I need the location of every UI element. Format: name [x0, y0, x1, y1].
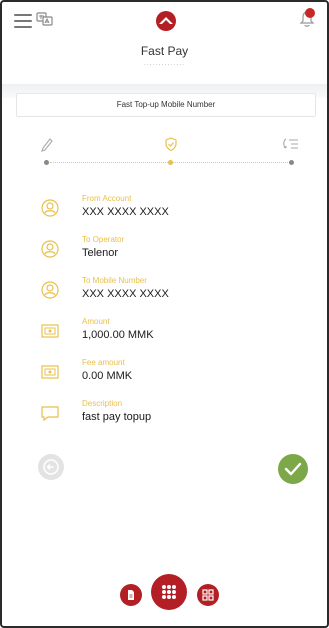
notification-badge — [305, 8, 315, 18]
fee-amount-label: Fee amount — [82, 358, 125, 367]
back-button[interactable] — [38, 454, 64, 480]
user-circle-icon — [40, 194, 60, 223]
step-dot-2 — [168, 160, 173, 165]
from-account-label: From Account — [82, 194, 132, 203]
section-header-card: Fast Top-up Mobile Number — [16, 93, 316, 117]
detail-row-to-mobile-number: To Mobile Number XXX XXXX XXXX — [40, 276, 300, 316]
user-circle-icon — [40, 235, 60, 264]
bottom-navigation — [2, 572, 327, 622]
from-account-value: XXX XXXX XXXX — [82, 206, 169, 218]
comment-icon — [40, 399, 60, 428]
edit-icon — [40, 136, 54, 157]
banknote-icon — [40, 317, 60, 346]
page-title: Fast Pay — [140, 44, 189, 58]
fee-amount-value: 0.00 MMK — [82, 370, 133, 382]
shield-check-icon — [163, 136, 179, 157]
detail-row-amount: Amount 1,000.00 MMK — [40, 317, 300, 357]
title-underline: .............. — [143, 60, 186, 67]
to-operator-label: To Operator — [82, 235, 125, 244]
qr-code-button[interactable] — [197, 584, 219, 606]
checkmark-icon — [284, 462, 302, 476]
banknote-icon — [40, 358, 60, 387]
detail-row-fee-amount: Fee amount 0.00 MMK — [40, 358, 300, 398]
section-title: Fast Top-up Mobile Number — [116, 100, 216, 109]
step-dot-3 — [289, 160, 294, 165]
document-button[interactable] — [120, 584, 142, 606]
amount-label: Amount — [82, 317, 110, 326]
list-return-icon — [282, 136, 300, 157]
user-circle-icon — [40, 276, 60, 305]
step-dot-1 — [44, 160, 49, 165]
hamburger-menu-icon[interactable] — [14, 14, 32, 28]
to-mobile-number-label: To Mobile Number — [82, 276, 147, 285]
top-bar: Fast Pay .............. — [2, 2, 327, 84]
description-value: fast pay topup — [82, 411, 152, 423]
description-label: Description — [82, 399, 123, 408]
bank-logo — [155, 10, 177, 37]
detail-row-from-account: From Account XXX XXXX XXXX — [40, 194, 300, 234]
main-menu-button[interactable] — [151, 574, 187, 610]
detail-row-to-operator: To Operator Telenor — [40, 235, 300, 275]
to-operator-value: Telenor — [82, 247, 119, 259]
notification-bell-icon[interactable] — [299, 8, 315, 33]
language-icon[interactable] — [36, 11, 54, 32]
step-indicator — [2, 132, 327, 172]
document-icon — [128, 590, 134, 600]
detail-row-description: Description fast pay topup — [40, 399, 300, 439]
amount-value: 1,000.00 MMK — [82, 329, 154, 341]
confirm-button[interactable] — [278, 454, 308, 484]
arrow-left-icon — [43, 459, 59, 475]
to-mobile-number-value: XXX XXXX XXXX — [82, 288, 169, 300]
grid-menu-icon — [162, 585, 176, 599]
qr-code-icon — [202, 589, 214, 601]
app-screen: Fast Pay .............. Fast Top-up Mobi… — [0, 0, 329, 628]
